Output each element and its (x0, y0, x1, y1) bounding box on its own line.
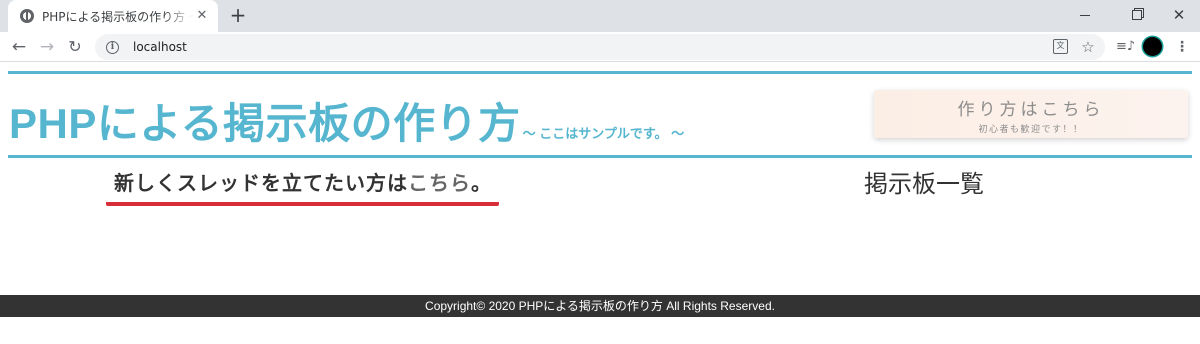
site-header: PHPによる掲示板の作り方～ ここはサンプルです。 ～ 作り方はこちら 初心者も… (8, 71, 1192, 158)
menu-dots-icon[interactable]: ⋮ (1174, 39, 1190, 55)
new-thread-link[interactable]: こちら (408, 171, 471, 195)
browser-tabstrip: PHPによる掲示板の作り方 ～ここはサ ✕ + ✕ (0, 0, 1200, 32)
howto-button[interactable]: 作り方はこちら 初心者も歓迎です！！ (874, 90, 1188, 138)
new-thread-prompt: 新しくスレッドを立てたい方はこちら。 (106, 166, 499, 206)
media-control-icon[interactable]: ≡♪ (1116, 39, 1135, 55)
tab-title: PHPによる掲示板の作り方 ～ここはサ (42, 9, 194, 24)
globe-icon (20, 9, 34, 23)
browser-tab[interactable]: PHPによる掲示板の作り方 ～ここはサ ✕ (8, 0, 218, 32)
new-tab-button[interactable]: + (227, 5, 249, 27)
browser-toolbar: ← → ↻ i localhost 文 ☆ ≡♪ ⋮ (0, 32, 1200, 62)
site-footer: Copyright© 2020 PHPによる掲示板の作り方 All Rights… (0, 295, 1200, 317)
back-arrow-icon[interactable]: ← (8, 36, 30, 58)
new-thread-period: 。 (471, 171, 491, 195)
site-title-main[interactable]: PHPによる掲示板の作り方 (9, 100, 521, 147)
info-icon[interactable]: i (106, 40, 119, 54)
maximize-button[interactable] (1114, 0, 1160, 30)
site-title[interactable]: PHPによる掲示板の作り方～ ここはサンプルです。 ～ (9, 90, 684, 151)
address-url[interactable]: localhost (133, 40, 187, 54)
window-close-button[interactable]: ✕ (1156, 0, 1200, 30)
translate-icon[interactable]: 文 (1053, 39, 1068, 54)
board-list-heading: 掲示板一覧 (864, 170, 984, 198)
reload-icon[interactable]: ↻ (64, 36, 86, 58)
footer-copyright: Copyright© 2020 PHPによる掲示板の作り方 All Rights… (425, 299, 775, 313)
page-content: PHPによる掲示板の作り方～ ここはサンプルです。 ～ 作り方はこちら 初心者も… (0, 62, 1200, 344)
howto-title[interactable]: 作り方はこちら (874, 95, 1188, 120)
site-subtitle: ～ ここはサンプルです。 ～ (522, 126, 685, 141)
tab-close-icon[interactable]: ✕ (194, 8, 210, 24)
new-thread-text: 新しくスレッドを立てたい方は (114, 171, 408, 195)
howto-subtitle: 初心者も歓迎です！！ (978, 125, 1084, 135)
profile-avatar[interactable] (1143, 37, 1162, 56)
minimize-button[interactable] (1062, 0, 1108, 30)
forward-arrow-icon[interactable]: → (36, 36, 58, 58)
bookmark-star-icon[interactable]: ☆ (1080, 39, 1096, 55)
address-bar[interactable]: i localhost (95, 34, 1105, 60)
